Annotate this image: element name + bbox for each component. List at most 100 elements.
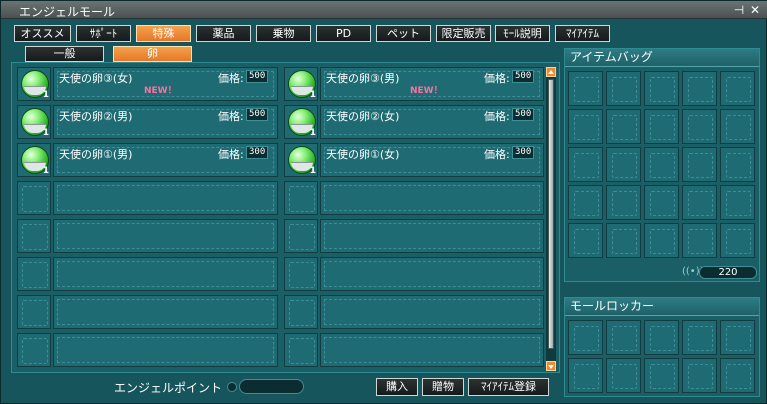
- empty-list-item[interactable]: [320, 181, 544, 215]
- bag-slot[interactable]: [720, 109, 755, 144]
- item-name: 天使の卵③(男): [326, 72, 400, 85]
- locker-slot[interactable]: [568, 320, 603, 355]
- item-quantity: 1: [309, 166, 316, 176]
- scroll-down-arrow-icon[interactable]: [546, 361, 556, 371]
- tab-my-item[interactable]: ﾏｲｱｲﾃﾑ: [555, 25, 610, 42]
- item-list-scrollbar[interactable]: [546, 67, 556, 371]
- locker-slot[interactable]: [606, 358, 641, 393]
- register-my-item-button[interactable]: ﾏｲｱｲﾃﾑ登録: [468, 378, 549, 396]
- angel-point-icon: [227, 382, 237, 392]
- item-name: 天使の卵③(女): [59, 72, 133, 85]
- empty-item-slot[interactable]: [17, 333, 51, 367]
- bag-slot[interactable]: [720, 185, 755, 220]
- bag-slot[interactable]: [682, 147, 717, 182]
- bag-money-value: 220: [699, 266, 757, 279]
- locker-slot[interactable]: [682, 358, 717, 393]
- locker-slot[interactable]: [682, 320, 717, 355]
- tab-osusume[interactable]: オススメ: [14, 25, 71, 42]
- tab-vehicle[interactable]: 乗物: [256, 25, 311, 42]
- item-icon-slot[interactable]: 1: [284, 105, 318, 139]
- locker-slot[interactable]: [644, 358, 679, 393]
- bag-slot[interactable]: [568, 185, 603, 220]
- empty-item-slot[interactable]: [17, 219, 51, 253]
- bag-slot[interactable]: [568, 223, 603, 258]
- empty-list-item[interactable]: [53, 333, 278, 367]
- empty-list-item[interactable]: [320, 257, 544, 291]
- empty-item-slot[interactable]: [284, 257, 318, 291]
- tab-pet[interactable]: ペット: [376, 25, 431, 42]
- scroll-thumb[interactable]: [548, 79, 554, 349]
- list-item[interactable]: 天使の卵③(男) 価格: 500 NEW！: [320, 67, 544, 101]
- price-label: 価格:: [218, 110, 244, 123]
- bag-slot[interactable]: [568, 147, 603, 182]
- empty-item-slot[interactable]: [284, 219, 318, 253]
- tab-support[interactable]: ｻﾎﾟｰﾄ: [76, 25, 131, 42]
- empty-list-item[interactable]: [320, 219, 544, 253]
- bag-slot[interactable]: [606, 185, 641, 220]
- bag-slot[interactable]: [720, 147, 755, 182]
- list-item[interactable]: 天使の卵①(女) 価格: 300: [320, 143, 544, 177]
- item-name: 天使の卵②(女): [326, 110, 400, 123]
- item-quantity: 1: [42, 166, 49, 176]
- empty-list-item[interactable]: [320, 295, 544, 329]
- empty-item-slot[interactable]: [17, 295, 51, 329]
- subtab-egg[interactable]: 卵: [113, 46, 192, 62]
- empty-list-item[interactable]: [53, 181, 278, 215]
- locker-slot[interactable]: [720, 358, 755, 393]
- empty-list-item[interactable]: [53, 219, 278, 253]
- bag-slot[interactable]: [720, 71, 755, 106]
- empty-item-slot[interactable]: [284, 181, 318, 215]
- bag-slot[interactable]: [720, 223, 755, 258]
- item-icon-slot[interactable]: 1: [284, 67, 318, 101]
- empty-list-item[interactable]: [53, 295, 278, 329]
- locker-slot[interactable]: [606, 320, 641, 355]
- tab-special[interactable]: 特殊: [136, 25, 191, 42]
- buy-button[interactable]: 購入: [376, 378, 418, 396]
- gift-button[interactable]: 贈物: [422, 378, 464, 396]
- bag-slot[interactable]: [606, 147, 641, 182]
- coin-icon: ((•)): [682, 266, 704, 277]
- price-label: 価格:: [484, 110, 510, 123]
- subtab-general[interactable]: 一般: [25, 46, 104, 62]
- bag-slot[interactable]: [606, 109, 641, 144]
- empty-list-item[interactable]: [320, 333, 544, 367]
- bag-slot[interactable]: [644, 223, 679, 258]
- locker-slot[interactable]: [568, 358, 603, 393]
- empty-list-item[interactable]: [53, 257, 278, 291]
- tab-limited-sale[interactable]: 限定販売: [436, 25, 491, 42]
- empty-item-slot[interactable]: [17, 257, 51, 291]
- bag-slot[interactable]: [682, 185, 717, 220]
- bag-slot[interactable]: [644, 147, 679, 182]
- list-item[interactable]: 天使の卵②(女) 価格: 500: [320, 105, 544, 139]
- title-bar[interactable]: エンジェルモール ⊣ ✕: [1, 1, 767, 19]
- empty-item-slot[interactable]: [17, 181, 51, 215]
- bag-slot[interactable]: [644, 109, 679, 144]
- item-quantity: 1: [309, 90, 316, 100]
- empty-item-slot[interactable]: [284, 333, 318, 367]
- list-item[interactable]: 天使の卵①(男) 価格: 300: [53, 143, 278, 177]
- tab-mall-guide[interactable]: ﾓｰﾙ説明: [495, 25, 550, 42]
- scroll-up-arrow-icon[interactable]: [546, 67, 556, 77]
- close-icon[interactable]: ✕: [748, 3, 762, 17]
- list-item[interactable]: 天使の卵②(男) 価格: 500: [53, 105, 278, 139]
- item-icon-slot[interactable]: 1: [17, 105, 51, 139]
- list-item[interactable]: 天使の卵③(女) 価格: 500 NEW！: [53, 67, 278, 101]
- item-icon-slot[interactable]: 1: [284, 143, 318, 177]
- locker-slot[interactable]: [720, 320, 755, 355]
- tab-pd[interactable]: PD: [316, 25, 371, 42]
- bag-slot[interactable]: [606, 223, 641, 258]
- bag-slot[interactable]: [644, 71, 679, 106]
- bag-slot[interactable]: [682, 71, 717, 106]
- item-icon-slot[interactable]: 1: [17, 143, 51, 177]
- item-icon-slot[interactable]: 1: [17, 67, 51, 101]
- bag-slot[interactable]: [682, 109, 717, 144]
- pin-icon[interactable]: ⊣: [732, 3, 746, 17]
- bag-slot[interactable]: [606, 71, 641, 106]
- tab-medicine[interactable]: 薬品: [196, 25, 251, 42]
- locker-slot[interactable]: [644, 320, 679, 355]
- empty-item-slot[interactable]: [284, 295, 318, 329]
- bag-slot[interactable]: [644, 185, 679, 220]
- bag-slot[interactable]: [682, 223, 717, 258]
- bag-slot[interactable]: [568, 109, 603, 144]
- bag-slot[interactable]: [568, 71, 603, 106]
